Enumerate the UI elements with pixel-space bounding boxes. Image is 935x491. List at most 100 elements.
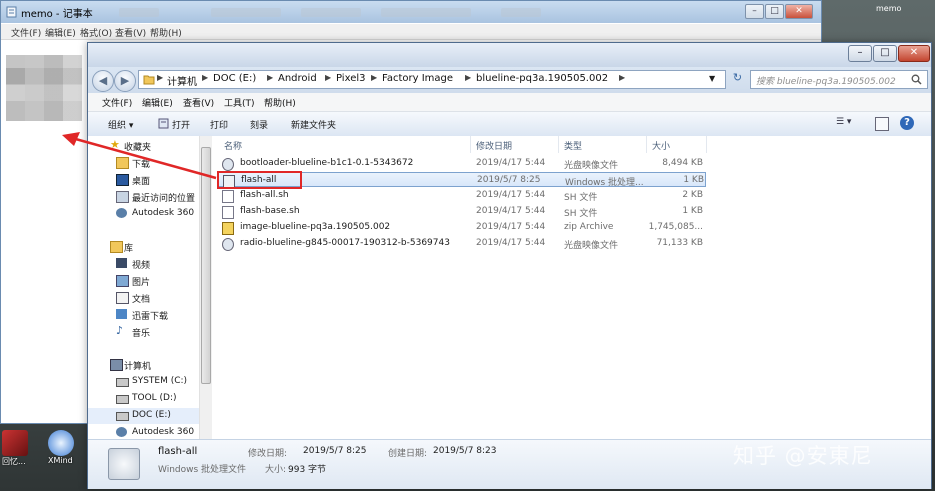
open-button[interactable]: 打开 — [172, 118, 190, 131]
file-date: 2019/4/17 5:44 — [476, 222, 546, 232]
music-icon: ♪ — [116, 324, 124, 337]
nav-item-recent-places[interactable]: 最近访问的位置 — [88, 189, 209, 205]
nav-scrollbar-thumb[interactable] — [201, 147, 211, 384]
file-icon — [222, 206, 234, 219]
file-type: SH 文件 — [564, 193, 598, 203]
breadcrumb-current-folder[interactable]: blueline-pq3a.190505.002 — [476, 73, 608, 84]
search-icon[interactable] — [911, 74, 922, 85]
nav-item-doc-e[interactable]: DOC (E:) — [88, 408, 209, 424]
column-header-date[interactable]: 修改日期 — [476, 139, 512, 152]
nav-item-documents[interactable]: 文档 — [88, 290, 209, 306]
nav-item-desktop[interactable]: 桌面 — [88, 172, 209, 188]
menu-view[interactable]: 查看(V) — [183, 96, 214, 109]
preview-pane-icon[interactable] — [875, 117, 889, 131]
file-row[interactable]: radio-blueline-g845-00017-190312-b-53697… — [218, 236, 706, 251]
file-name: image-blueline-pq3a.190505.002 — [240, 222, 391, 232]
blurred-title-text — [501, 8, 541, 17]
notepad-maximize-button[interactable]: □ — [765, 4, 784, 19]
document-icon — [116, 292, 129, 304]
library-icon — [110, 241, 123, 253]
nav-item-videos[interactable]: 视频 — [88, 256, 209, 272]
drive-icon — [116, 395, 129, 404]
breadcrumb-android[interactable]: Android — [278, 73, 317, 84]
cloud-icon — [116, 208, 127, 218]
back-button[interactable]: ◀ — [92, 70, 114, 92]
nav-item-autodesk-computer[interactable]: Autodesk 360 — [88, 425, 209, 439]
breadcrumb-doc-drive[interactable]: DOC (E:) — [213, 73, 256, 84]
nav-group-libraries[interactable]: 库 — [88, 239, 209, 255]
desktop-icon — [116, 174, 129, 186]
close-button[interactable]: ✕ — [898, 45, 930, 62]
search-input[interactable]: 搜索 blueline-pq3a.190505.002 — [750, 70, 928, 89]
nav-item-system-c[interactable]: SYSTEM (C:) — [88, 374, 209, 390]
nav-item-pictures[interactable]: 图片 — [88, 273, 209, 289]
menu-help[interactable]: 帮助(H) — [264, 96, 296, 109]
help-icon[interactable]: ? — [900, 116, 914, 130]
cloud-icon — [116, 427, 127, 437]
organize-button[interactable]: 组织 ▾ — [108, 118, 133, 131]
breadcrumb-computer[interactable]: 计算机 — [167, 73, 197, 88]
column-separator[interactable] — [706, 136, 707, 153]
nav-label: 计算机 — [124, 362, 152, 372]
computer-icon — [110, 359, 123, 371]
details-created-value: 2019/5/7 8:23 — [433, 446, 497, 456]
column-separator[interactable] — [646, 136, 647, 153]
column-separator[interactable] — [558, 136, 559, 153]
file-row[interactable]: image-blueline-pq3a.190505.002 2019/4/17… — [218, 220, 706, 235]
nav-label: 库 — [124, 244, 134, 254]
notepad-menu-view[interactable]: 查看(V) — [115, 26, 146, 39]
address-dropdown-icon[interactable]: ▼ — [709, 74, 715, 83]
nav-item-thunder-downloads[interactable]: 迅雷下载 — [88, 307, 209, 323]
view-options-icon[interactable]: ☰ ▾ — [836, 117, 862, 131]
desktop-icon-2[interactable]: XMind — [48, 430, 74, 465]
drive-icon — [116, 378, 129, 387]
burn-button[interactable]: 刻录 — [250, 118, 268, 131]
video-icon — [116, 258, 127, 268]
column-header-size[interactable]: 大小 — [652, 139, 670, 152]
nav-item-autodesk-favorites[interactable]: Autodesk 360 — [88, 206, 209, 222]
column-separator[interactable] — [470, 136, 471, 153]
address-bar[interactable]: ▶ 计算机 ▶ DOC (E:) ▶ Android ▶ Pixel3 ▶ Fa… — [138, 70, 726, 89]
column-header-name[interactable]: 名称 — [224, 139, 242, 152]
nav-label: DOC (E:) — [132, 410, 171, 420]
file-row[interactable]: flash-all.sh 2019/4/17 5:44 SH 文件 2 KB — [218, 188, 706, 203]
minimize-button[interactable]: – — [848, 45, 872, 62]
file-name: bootloader-blueline-b1c1-0.1-5343672 — [240, 158, 414, 168]
breadcrumb-factory-image[interactable]: Factory Image — [382, 73, 453, 84]
nav-group-favorites[interactable]: ★ 收藏夹 — [88, 138, 209, 154]
file-name: flash-base.sh — [240, 206, 300, 216]
maximize-button[interactable]: □ — [873, 45, 897, 62]
forward-button[interactable]: ▶ — [114, 70, 136, 92]
nav-group-computer[interactable]: 计算机 — [88, 357, 209, 373]
nav-item-tool-d[interactable]: TOOL (D:) — [88, 391, 209, 407]
file-row[interactable]: flash-base.sh 2019/4/17 5:44 SH 文件 1 KB — [218, 204, 706, 219]
nav-item-downloads[interactable]: 下载 — [88, 155, 209, 171]
notepad-title-bar[interactable]: memo - 记事本 – □ ✕ — [1, 1, 821, 23]
menu-tools[interactable]: 工具(T) — [224, 96, 255, 109]
notepad-menu-edit[interactable]: 编辑(E) — [45, 26, 76, 39]
details-file-name: flash-all — [158, 446, 198, 457]
details-size-value: 993 字节 — [288, 465, 327, 475]
file-type: 光盘映像文件 — [564, 161, 619, 171]
explorer-title-bar[interactable]: – □ ✕ — [88, 43, 931, 67]
explorer-window: – □ ✕ ◀ ▶ ▶ 计算机 ▶ DOC (E:) ▶ Android ▶ P… — [87, 42, 932, 489]
desktop-icon-1[interactable]: 回忆... — [2, 430, 28, 467]
notepad-menu-format[interactable]: 格式(O) — [80, 26, 112, 39]
notepad-minimize-button[interactable]: – — [745, 4, 764, 19]
refresh-icon[interactable]: ↻ — [729, 71, 746, 88]
new-folder-button[interactable]: 新建文件夹 — [291, 118, 336, 131]
breadcrumb-pixel3[interactable]: Pixel3 — [336, 73, 366, 84]
download-folder-icon — [116, 157, 129, 169]
notepad-menu-help[interactable]: 帮助(H) — [150, 26, 182, 39]
notepad-menu-file[interactable]: 文件(F) — [11, 26, 41, 39]
notepad-close-button[interactable]: ✕ — [785, 4, 813, 19]
file-date: 2019/4/17 5:44 — [476, 190, 546, 200]
nav-item-music[interactable]: ♪ 音乐 — [88, 324, 209, 340]
print-button[interactable]: 打印 — [210, 118, 228, 131]
column-header-type[interactable]: 类型 — [564, 139, 582, 152]
breadcrumb-separator: ▶ — [202, 73, 209, 82]
menu-file[interactable]: 文件(F) — [102, 96, 132, 109]
file-row[interactable]: bootloader-blueline-b1c1-0.1-5343672 201… — [218, 156, 706, 171]
menu-edit[interactable]: 编辑(E) — [142, 96, 173, 109]
details-created-label: 创建日期: — [388, 449, 428, 459]
